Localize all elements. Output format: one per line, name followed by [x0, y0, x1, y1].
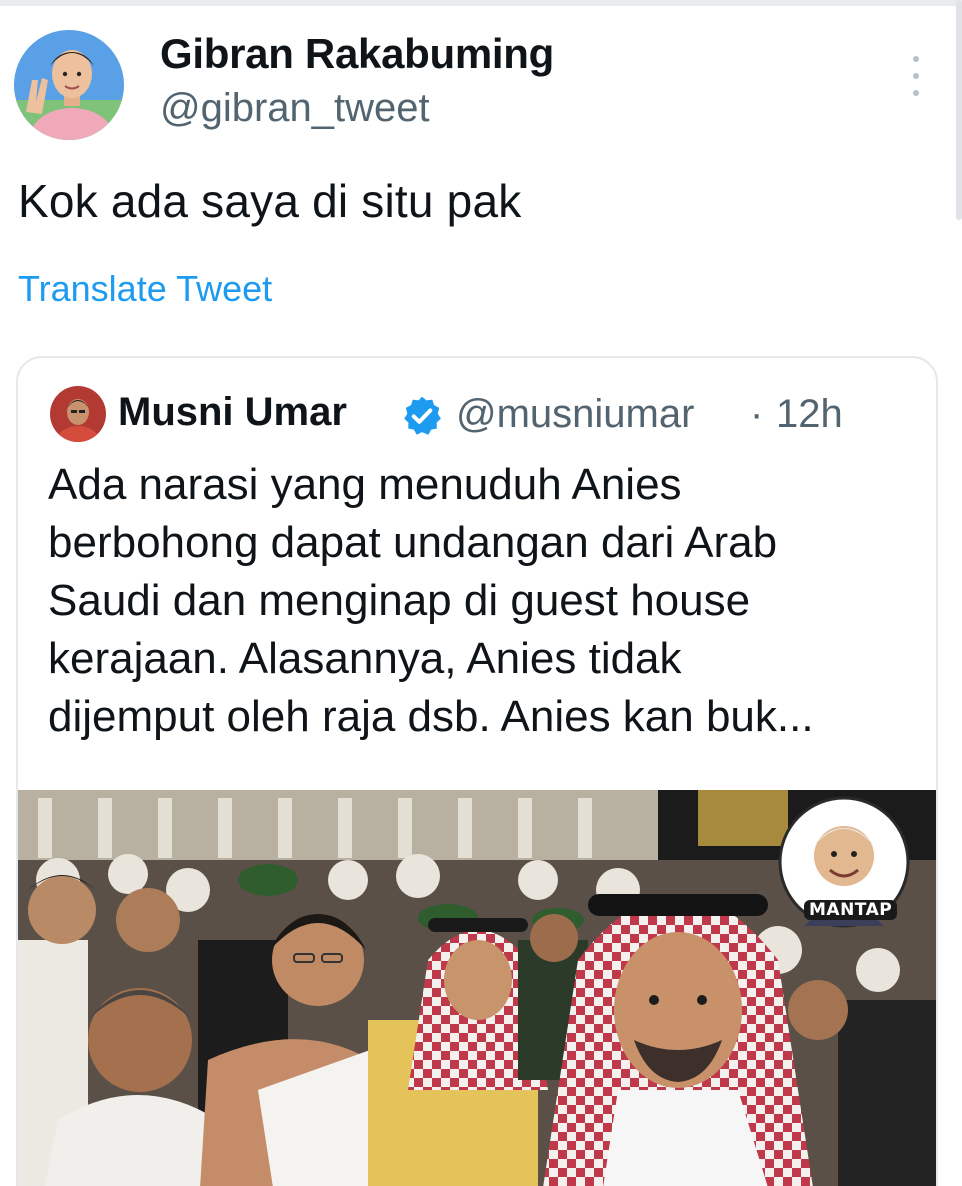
quoted-text-line: berbohong dapat undangan dari Arab	[48, 518, 778, 567]
quoted-media-image[interactable]: MANTAP	[18, 790, 936, 1186]
quoted-author-avatar[interactable]	[50, 386, 106, 442]
more-dot	[913, 56, 919, 62]
quoted-text-line: dijemput oleh raja dsb. Anies kan buk...	[48, 692, 814, 741]
top-divider	[0, 0, 962, 6]
author-handle[interactable]: @gibran_tweet	[160, 86, 430, 131]
quoted-timestamp[interactable]: 12h	[776, 392, 843, 437]
scrollbar[interactable]	[956, 0, 962, 220]
more-dot	[913, 73, 919, 79]
more-options-icon[interactable]	[900, 52, 932, 100]
author-avatar[interactable]	[14, 30, 124, 140]
more-dot	[913, 90, 919, 96]
mantap-sticker-label: MANTAP	[804, 900, 898, 920]
tweet-screen: Gibran Rakabuming @gibran_tweet Kok ada …	[0, 0, 962, 1186]
author-display-name[interactable]: Gibran Rakabuming	[160, 30, 554, 78]
tweet-text: Kok ada saya di situ pak	[18, 175, 522, 227]
quoted-text-line: Ada narasi yang menuduh Anies	[48, 460, 682, 509]
quoted-author-name[interactable]: Musni Umar	[118, 390, 347, 435]
quoted-author-handle[interactable]: @musniumar	[456, 392, 694, 437]
quoted-tweet-card[interactable]: Musni Umar @musniumar · 12h Ada narasi y…	[16, 356, 938, 1186]
quoted-text-line: Saudi dan menginap di guest house	[48, 576, 751, 625]
translate-tweet-link[interactable]: Translate Tweet	[18, 268, 272, 310]
quoted-text-line: kerajaan. Alasannya, Anies tidak	[48, 634, 682, 683]
verified-badge-icon	[400, 394, 444, 438]
meta-separator: ·	[750, 392, 764, 436]
quoted-tweet-text: Ada narasi yang menuduh Anies berbohong …	[48, 456, 918, 746]
